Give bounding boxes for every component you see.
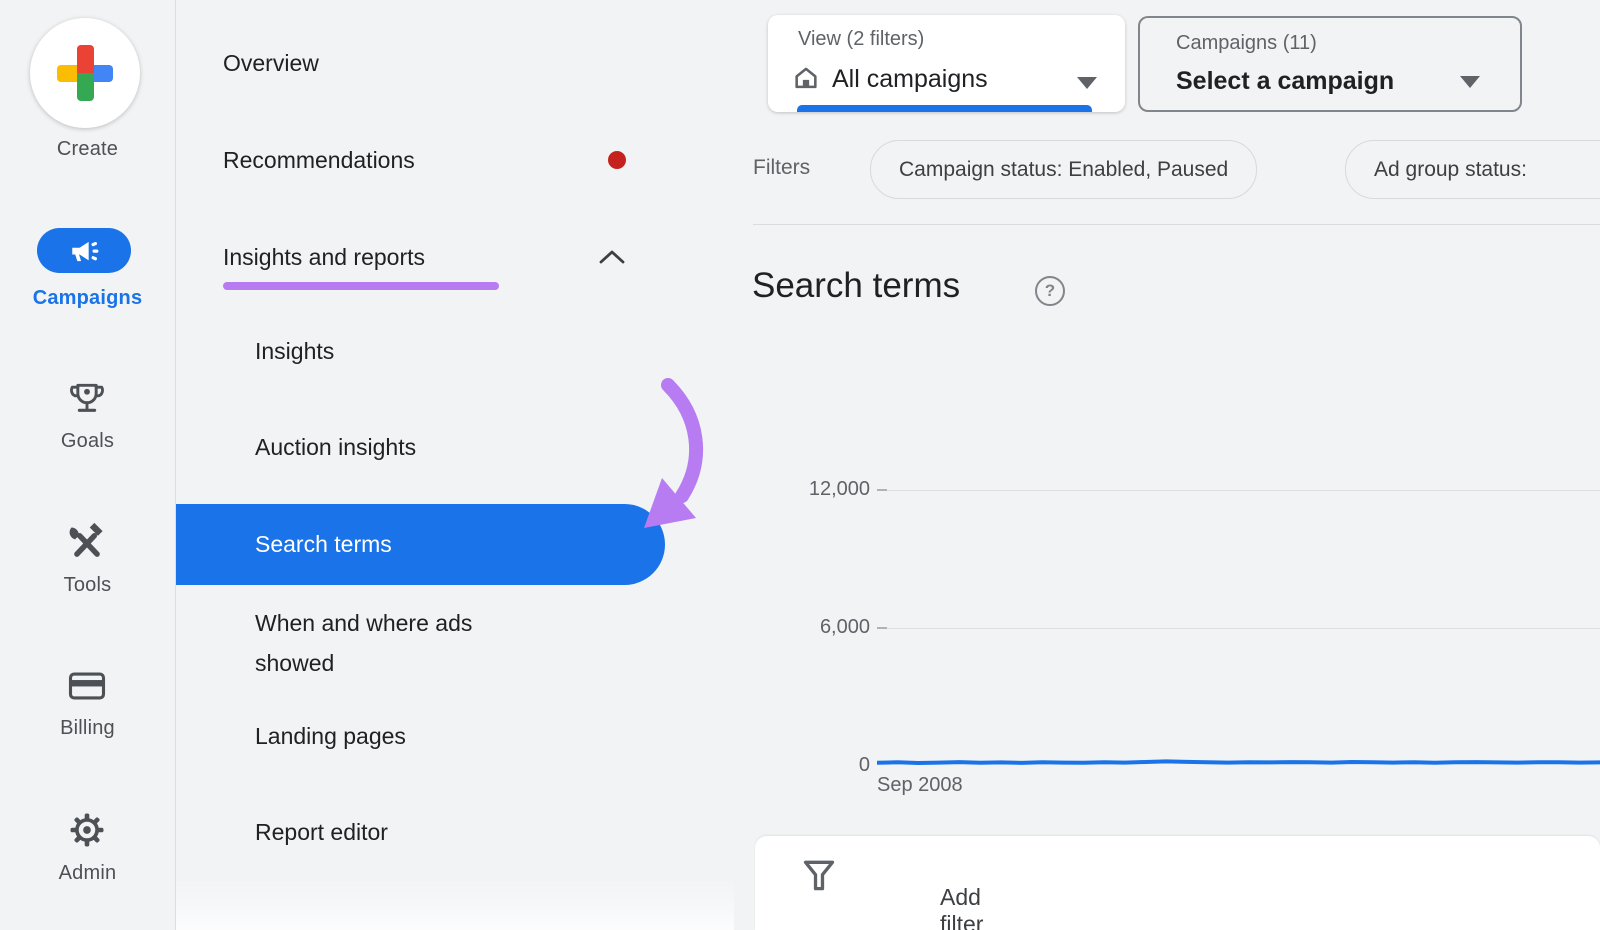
- nav-item-search-terms-selected[interactable]: Search terms: [176, 504, 665, 585]
- x-axis-tick-sep-2008: Sep 2008: [877, 774, 963, 797]
- help-icon[interactable]: ?: [1035, 276, 1065, 306]
- y-axis-tick-12000: 12,000: [790, 478, 870, 501]
- add-filter-button[interactable]: Add filter: [800, 856, 838, 899]
- chart-area: [877, 480, 1600, 795]
- filters-row-label: Filters: [753, 156, 810, 180]
- tools-label[interactable]: Tools: [0, 574, 175, 597]
- trophy-icon: [65, 378, 109, 422]
- nav-item-overview[interactable]: Overview: [223, 48, 319, 78]
- purple-arrow-annotation: [628, 378, 724, 549]
- admin-label[interactable]: Admin: [0, 862, 175, 885]
- view-selector-value: All campaigns: [832, 65, 988, 94]
- nav-item-recommendations[interactable]: Recommendations: [223, 145, 415, 175]
- filter-chip-ad-group-status[interactable]: Ad group status:: [1345, 140, 1600, 199]
- sidebar-item-campaigns[interactable]: [37, 228, 131, 273]
- campaigns-label[interactable]: Campaigns: [0, 287, 175, 310]
- campaign-selector-value: Select a campaign: [1176, 67, 1394, 96]
- create-button[interactable]: [30, 18, 140, 128]
- goals-label[interactable]: Goals: [0, 430, 175, 453]
- nav-item-insights-and-reports[interactable]: Insights and reports: [223, 242, 425, 272]
- dropdown-caret-icon: [1460, 76, 1480, 88]
- wrench-hammer-icon: [65, 522, 109, 566]
- y-axis-tick-0: 0: [790, 754, 870, 777]
- nav-item-when-and-where-ads-showed[interactable]: When and where ads showed: [255, 603, 550, 683]
- billing-label[interactable]: Billing: [0, 717, 175, 740]
- add-filter-label: Add filter: [940, 884, 983, 930]
- view-selector-label: View (2 filters): [798, 28, 924, 51]
- purple-underline-annotation: [223, 282, 499, 290]
- notification-dot: [608, 151, 626, 169]
- divider: [753, 224, 1600, 225]
- nav-bottom-fade: [176, 878, 734, 930]
- sidebar-item-goals[interactable]: [65, 378, 109, 427]
- create-label: Create: [0, 138, 175, 161]
- page-title: Search terms: [752, 266, 960, 306]
- search-terms-label: Search terms: [255, 528, 392, 560]
- gear-icon: [65, 808, 109, 852]
- campaign-selector-label: Campaigns (11): [1176, 32, 1317, 55]
- view-selector-dropdown[interactable]: View (2 filters) All campaigns: [768, 15, 1125, 112]
- chart-line: [877, 480, 1600, 790]
- google-ads-search-terms-page: Create Campaigns: [0, 0, 1600, 930]
- sidebar-item-tools[interactable]: [65, 522, 109, 571]
- nav-item-insights[interactable]: Insights: [255, 336, 334, 366]
- filter-chip-campaign-status[interactable]: Campaign status: Enabled, Paused: [870, 140, 1257, 199]
- credit-card-icon: [65, 664, 109, 708]
- megaphone-icon: [68, 235, 100, 267]
- nav-item-landing-pages[interactable]: Landing pages: [255, 721, 406, 751]
- campaign-selector-dropdown[interactable]: Campaigns (11) Select a campaign: [1138, 16, 1522, 112]
- dropdown-caret-icon: [1077, 77, 1097, 89]
- view-selector-active-bar: [797, 105, 1092, 112]
- table-toolbar: Add filter: [755, 836, 1600, 930]
- funnel-icon: [800, 856, 838, 894]
- chevron-up-icon[interactable]: [598, 249, 626, 270]
- nav-item-auction-insights[interactable]: Auction insights: [255, 432, 416, 462]
- y-axis-tick-6000: 6,000: [790, 616, 870, 639]
- sidebar-item-billing[interactable]: [65, 664, 109, 713]
- icon-rail: Create Campaigns: [0, 0, 176, 930]
- google-plus-icon-vertical: [77, 45, 94, 101]
- sidebar-item-admin[interactable]: [65, 808, 109, 857]
- home-icon: [792, 64, 820, 97]
- nav-item-report-editor[interactable]: Report editor: [255, 817, 388, 847]
